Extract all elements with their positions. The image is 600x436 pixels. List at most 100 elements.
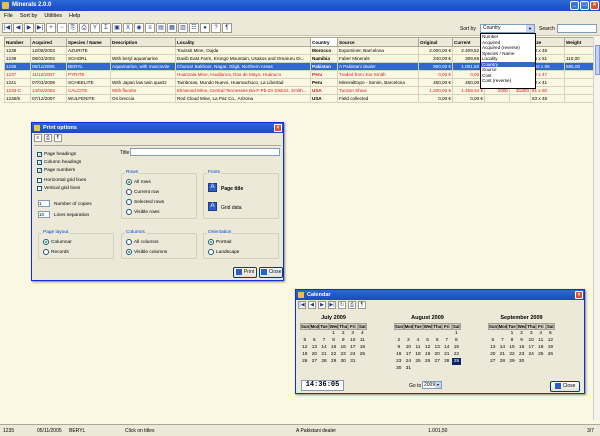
calendar-day[interactable]: 5 (546, 330, 556, 337)
calendar-day[interactable]: 18 (536, 344, 546, 351)
table-cell[interactable]: 0,00 € (418, 70, 453, 79)
first-icon[interactable]: |◀ (2, 23, 12, 33)
calendar-day[interactable]: 6 (488, 337, 498, 344)
calendar-day[interactable]: 4 (536, 330, 546, 337)
calendar-day[interactable]: 19 (300, 351, 310, 358)
calendar-day[interactable]: 22 (329, 351, 339, 358)
column-header[interactable]: Source (337, 37, 419, 47)
table-cell[interactable]: PYRITE (66, 70, 111, 79)
calendar-day[interactable]: 12 (546, 337, 556, 344)
calendar-day[interactable]: 12 (423, 344, 433, 351)
refresh-icon[interactable]: ↻ (338, 301, 346, 309)
table-cell[interactable] (484, 94, 510, 103)
column-header[interactable]: Acquired (30, 37, 67, 47)
print-button[interactable]: Print (233, 267, 257, 278)
calendar-day[interactable]: 30 (394, 365, 404, 372)
excel-icon[interactable]: X (123, 23, 133, 33)
radio-button[interactable] (43, 239, 49, 245)
table-cell[interactable]: With Japan law twin quartz (110, 78, 176, 87)
calendar-day[interactable]: 4 (413, 337, 423, 344)
checkbox[interactable] (37, 178, 42, 183)
calendar-day[interactable]: 13 (432, 344, 442, 351)
menu-file[interactable]: File (4, 11, 13, 21)
radio-option[interactable]: Columnar (43, 239, 72, 245)
calendar-day[interactable]: 18 (358, 344, 368, 351)
calendar-day[interactable]: 31 (404, 365, 414, 372)
calendar-day[interactable]: 13 (310, 344, 320, 351)
table-cell[interactable]: 1241 (4, 78, 31, 87)
sort-select[interactable]: Country ▼ (480, 24, 535, 33)
table-cell[interactable]: 450,00 € (418, 78, 453, 87)
printer-setup-icon[interactable]: ⎙ (44, 134, 52, 142)
calendar-day[interactable]: 31 (348, 358, 358, 365)
page-title-font-button[interactable]: Page title (221, 186, 243, 192)
calendar-day[interactable]: 26 (423, 358, 433, 365)
table-cell[interactable]: 07/12/2007 (30, 94, 67, 103)
calendar-day[interactable]: 7 (319, 337, 329, 344)
calendar-day[interactable]: 8 (329, 337, 339, 344)
calendar-day[interactable]: 3 (348, 330, 358, 337)
table-cell[interactable]: Tucson Show (337, 86, 419, 95)
table-cell[interactable]: 585,00 (564, 62, 595, 71)
radio-button[interactable] (126, 209, 132, 215)
column-header[interactable]: Species / Name (66, 37, 111, 47)
copy-icon[interactable]: ⎘ (68, 23, 78, 33)
table-cell[interactable]: With beryl aquamarine (110, 54, 176, 63)
table-cell[interactable]: 240,00 € (418, 54, 453, 63)
calendar-day[interactable]: 28 (442, 358, 452, 365)
calendar-day[interactable]: 17 (526, 344, 536, 351)
calendar-day[interactable]: 20 (432, 351, 442, 358)
calendar-day[interactable]: 22 (507, 351, 517, 358)
table-cell[interactable]: On brecciа (110, 94, 176, 103)
print-check-1[interactable]: ✓ Column headings (37, 160, 81, 165)
grid-icon[interactable]: ▥ (178, 23, 188, 33)
calendar-day[interactable]: 5 (300, 337, 310, 344)
table-cell[interactable]: 08/01/2002 (30, 54, 67, 63)
table-cell[interactable]: A Pakistani dealer (337, 62, 419, 71)
calendar-day[interactable]: 18 (413, 351, 423, 358)
menu-help[interactable]: Help (69, 11, 80, 21)
table-cell[interactable]: Touissit Mine, Oujda (175, 46, 311, 55)
radio-button[interactable] (126, 199, 132, 205)
table-cell[interactable]: Huanzala Mine, Huallanca, Dos de Mayo, H… (175, 70, 311, 79)
table-cell[interactable]: Peru (310, 78, 338, 87)
print-check-4[interactable]: Vertical grid lines (37, 186, 80, 191)
calendar-day[interactable]: 21 (319, 351, 329, 358)
calendar-day[interactable]: 19 (546, 344, 556, 351)
calendar-day[interactable]: 28 (319, 358, 329, 365)
table-cell[interactable]: 0,00 € (452, 94, 485, 103)
calendar-day[interactable]: 7 (498, 337, 508, 344)
column-header[interactable]: Locality (175, 37, 311, 47)
table-cell[interactable]: Field collected (337, 94, 419, 103)
calendar-day[interactable]: 10 (404, 344, 414, 351)
calendar-day[interactable]: 23 (394, 358, 404, 365)
column-header[interactable]: Country (310, 37, 338, 47)
radio-option[interactable]: All columns (126, 239, 159, 245)
calendar-day[interactable]: 23 (517, 351, 527, 358)
calendar-day[interactable]: 11 (536, 337, 546, 344)
sum-icon[interactable]: Σ (101, 23, 111, 33)
table-cell[interactable]: Traded from Joe Smith (337, 70, 419, 79)
calendar-day[interactable]: 14 (319, 344, 329, 351)
separation-spinner[interactable]: 10 (38, 211, 50, 218)
calendar-day[interactable]: 26 (300, 358, 310, 365)
radio-button[interactable] (126, 189, 132, 195)
printer-icon[interactable]: ⎙ (348, 301, 356, 309)
table-cell[interactable]: 0,00 € (418, 94, 453, 103)
calendar-day[interactable]: 24 (348, 351, 358, 358)
radio-button[interactable] (208, 239, 214, 245)
delete-icon[interactable]: − (57, 23, 67, 33)
table-cell[interactable]: WULFENITE (66, 94, 111, 103)
calendar-close-icon[interactable]: × (575, 291, 583, 299)
calendar-day[interactable]: 25 (358, 351, 368, 358)
calendar-day[interactable]: 17 (404, 351, 414, 358)
paragraph-icon[interactable]: ¶ (222, 23, 232, 33)
column-header[interactable]: Weight (564, 37, 595, 47)
menu-sort-by[interactable]: Sort by (20, 11, 37, 21)
calendar-day[interactable]: 11 (358, 337, 368, 344)
table-cell[interactable] (564, 94, 595, 103)
table-cell[interactable]: Chumar Bakhoor, Nagar, Gilgit, Northern … (175, 62, 311, 71)
table-cell[interactable] (564, 70, 595, 79)
calendar-icon[interactable]: ▦ (167, 23, 177, 33)
calendar-day[interactable]: 8 (452, 337, 462, 344)
